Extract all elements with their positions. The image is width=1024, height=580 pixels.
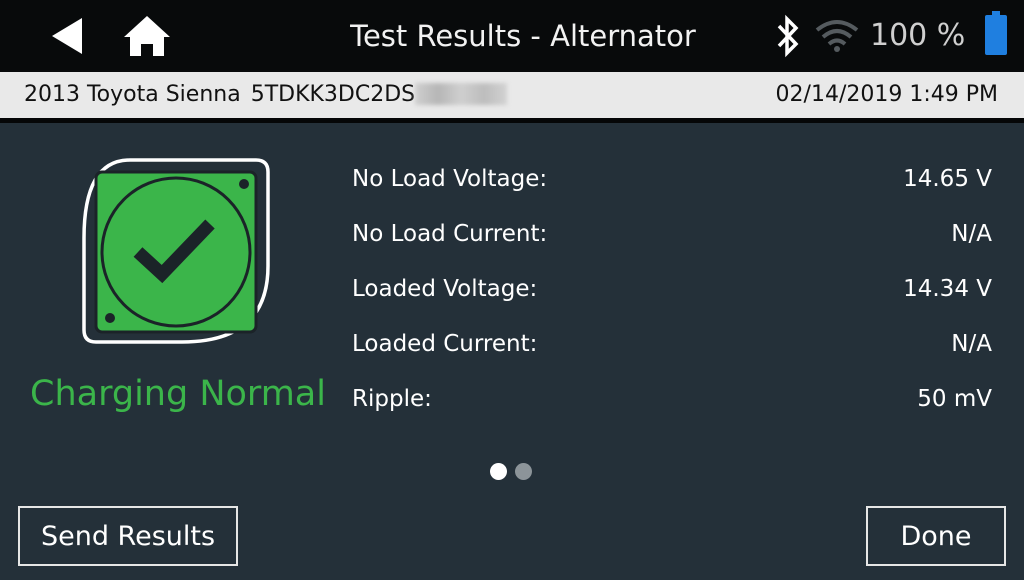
measurement-value: 14.65 V xyxy=(903,166,992,192)
test-datetime: 02/14/2019 1:49 PM xyxy=(775,82,998,107)
bluetooth-icon xyxy=(777,14,799,58)
measurement-value: N/A xyxy=(951,331,992,357)
measurement-label: No Load Voltage: xyxy=(352,166,548,192)
measurement-row: No Load Current: N/A xyxy=(352,215,992,270)
measurement-row: Loaded Current: N/A xyxy=(352,325,992,380)
measurement-label: Loaded Voltage: xyxy=(352,276,538,302)
page-indicator xyxy=(490,463,540,481)
back-arrow-icon[interactable] xyxy=(50,16,84,56)
measurement-row: Ripple: 50 mV xyxy=(352,380,992,435)
measurement-label: Loaded Current: xyxy=(352,331,538,357)
measurement-list: No Load Voltage: 14.65 V No Load Current… xyxy=(352,160,992,435)
measurement-value: 14.34 V xyxy=(903,276,992,302)
measurement-row: Loaded Voltage: 14.34 V xyxy=(352,270,992,325)
measurement-label: Ripple: xyxy=(352,386,432,412)
page-title: Test Results - Alternator xyxy=(350,19,696,53)
measurement-label: No Load Current: xyxy=(352,221,548,247)
top-bar: Test Results - Alternator 100 % xyxy=(0,0,1024,72)
divider xyxy=(0,118,1024,123)
battery-percentage: 100 % xyxy=(870,18,966,53)
page-dot-active[interactable] xyxy=(490,463,507,480)
vehicle-description: 2013 Toyota Sienna xyxy=(24,82,241,107)
send-results-button[interactable]: Send Results xyxy=(18,506,238,566)
done-button[interactable]: Done xyxy=(866,506,1006,566)
wifi-icon xyxy=(815,20,859,52)
check-circle-icon xyxy=(82,158,270,344)
vin-number: 5TDKK3DC2DS xyxy=(250,82,416,107)
measurement-value: 50 mV xyxy=(917,386,992,412)
home-icon[interactable] xyxy=(122,14,172,58)
battery-icon xyxy=(985,11,1007,55)
measurement-value: N/A xyxy=(951,221,992,247)
vin-redaction xyxy=(415,83,508,105)
result-status: Charging Normal xyxy=(30,374,326,414)
vehicle-info: 2013 Toyota Sienna 5TDKK3DC2DS xyxy=(24,82,508,108)
measurement-row: No Load Voltage: 14.65 V xyxy=(352,160,992,215)
vehicle-info-bar: 2013 Toyota Sienna 5TDKK3DC2DS 02/14/2019… xyxy=(0,72,1024,118)
page-dot-inactive[interactable] xyxy=(515,463,532,480)
